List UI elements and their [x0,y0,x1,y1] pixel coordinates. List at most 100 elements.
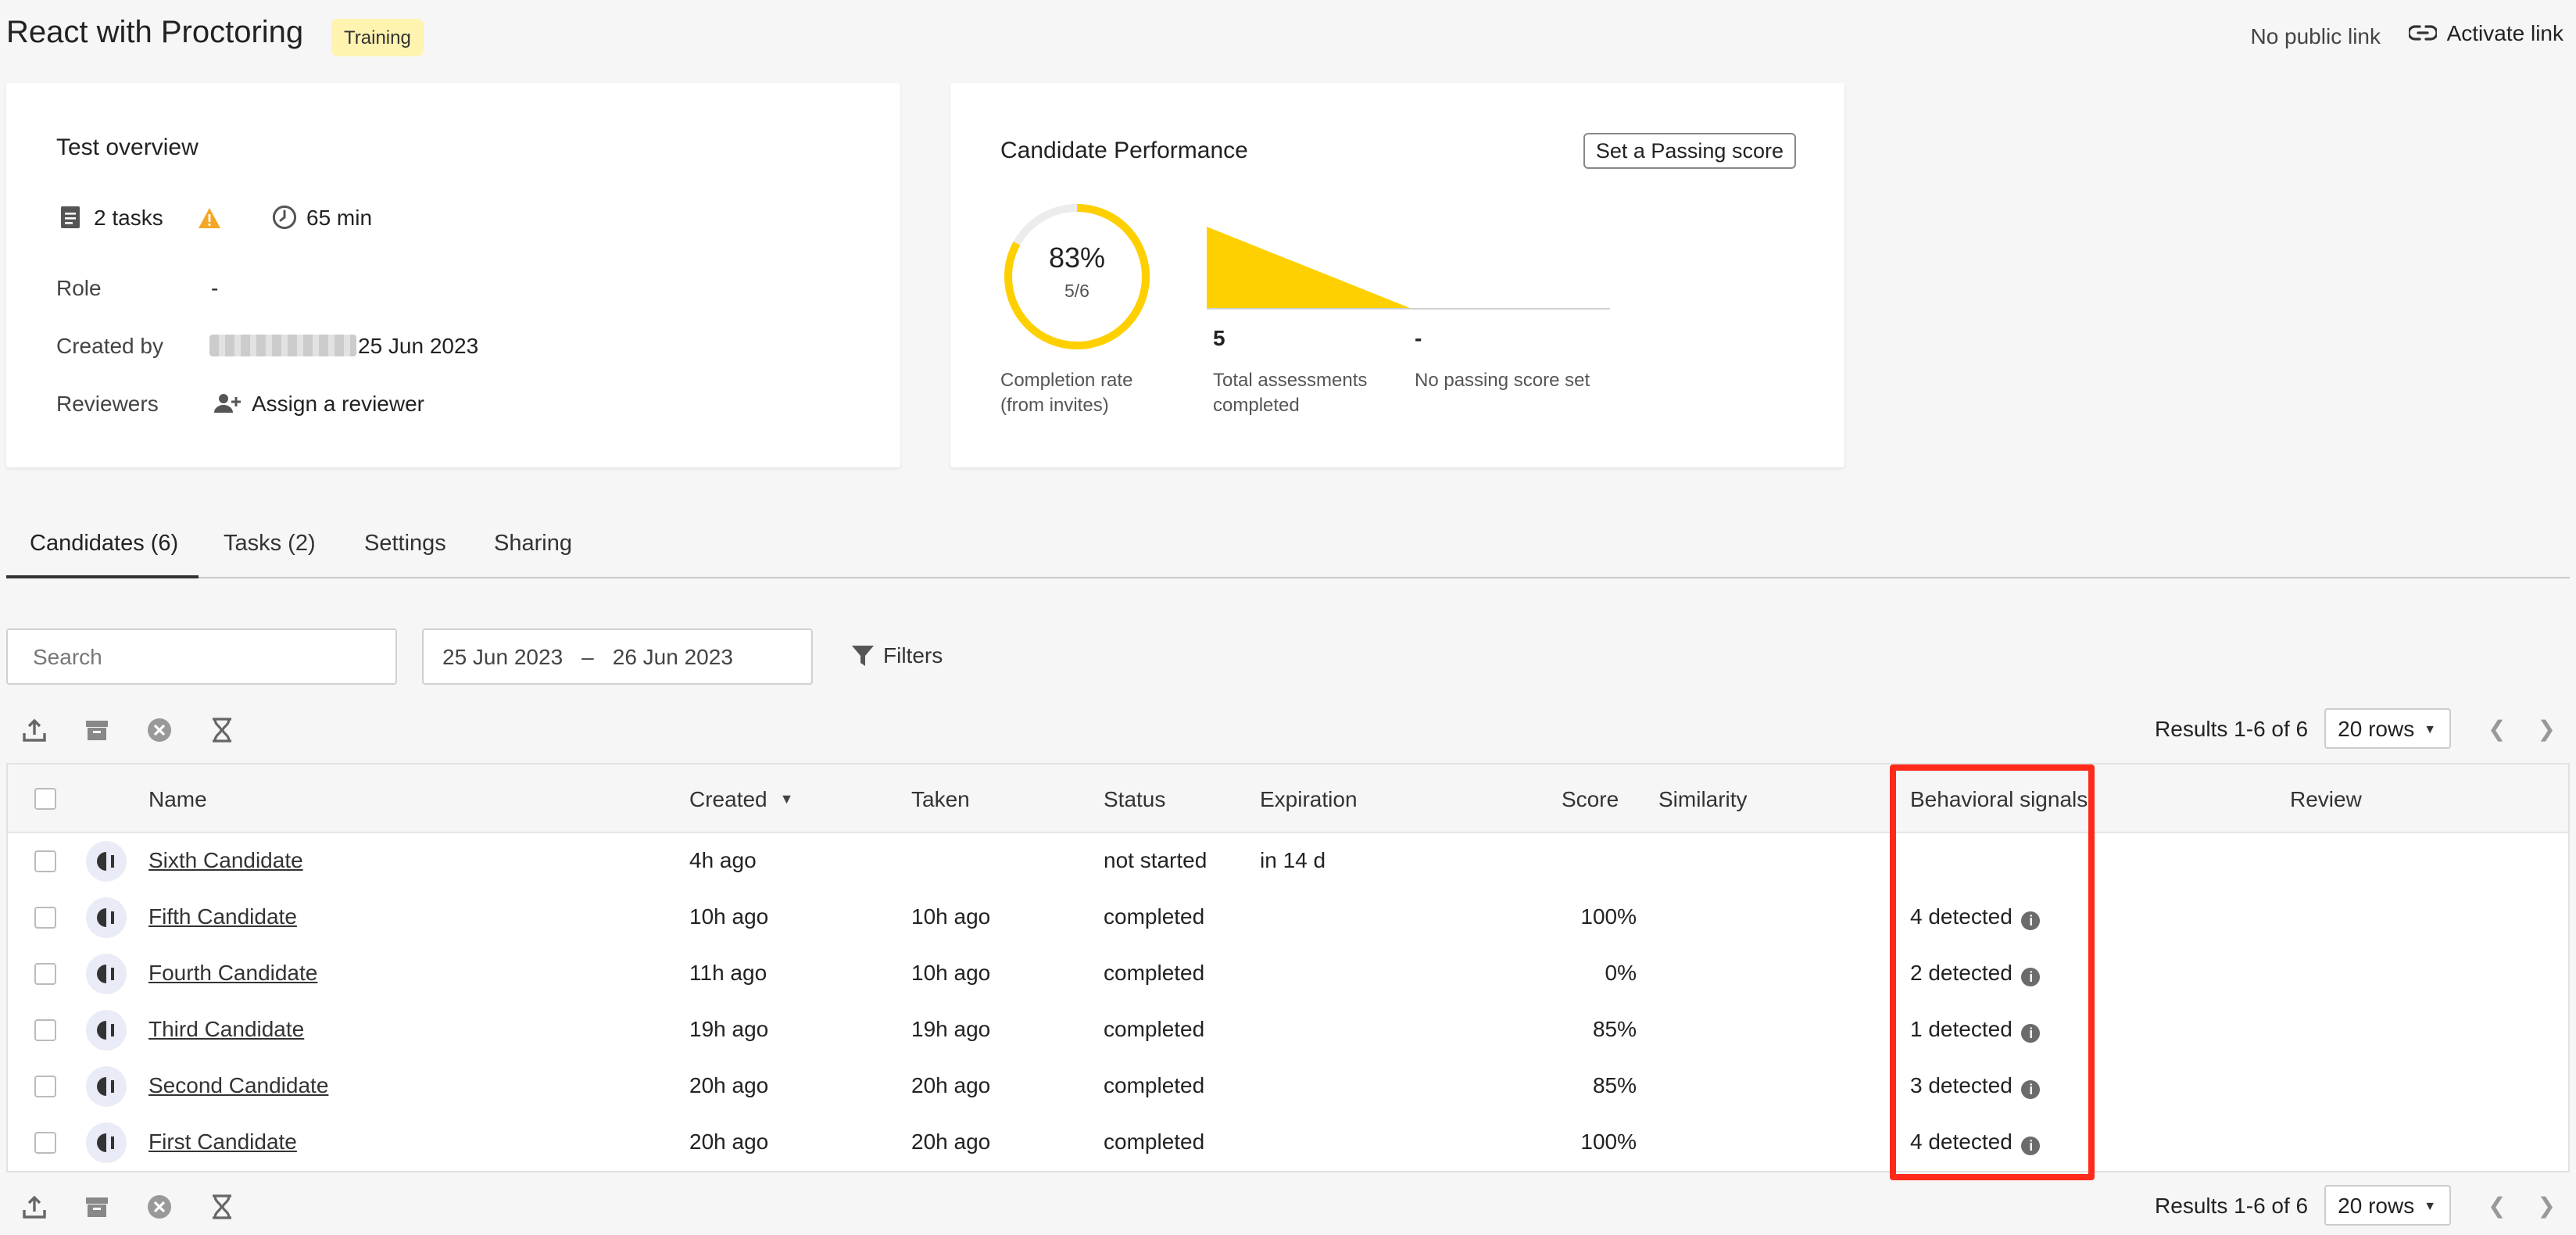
prev-page-icon[interactable]: ❮ [2488,1192,2506,1219]
candidate-name-link[interactable]: Sixth Candidate [148,847,303,872]
activate-link-button[interactable]: Activate link [2409,20,2563,45]
table-row[interactable]: Third Candidate 19h ago 19h ago complete… [8,1002,2568,1058]
completion-donut [1004,204,1150,349]
col-score[interactable]: Score [1562,786,1619,811]
warning-icon [199,208,220,228]
completion-fraction: 5/6 [1064,283,1089,302]
table-row[interactable]: First Candidate 20h ago 20h ago complete… [8,1115,2568,1171]
candidate-name-link[interactable]: First Candidate [148,1129,297,1154]
bulk-actions-toolbar-bottom [20,1193,236,1221]
col-name[interactable]: Name [148,786,207,811]
created-date: 25 Jun 2023 [358,333,479,358]
tab-candidates[interactable]: Candidates (6) [30,532,178,557]
tab-settings[interactable]: Settings [364,532,446,557]
reviewers-label: Reviewers [56,391,159,416]
next-page-icon[interactable]: ❯ [2538,715,2556,742]
candidates-table: Name Created ▼ Taken Status Expiration S… [6,763,2570,1172]
link-icon [2409,25,2438,41]
candidate-name-link[interactable]: Fourth Candidate [148,960,317,985]
row-checkbox[interactable] [34,907,56,929]
row-checkbox[interactable] [34,1019,56,1041]
row-checkbox[interactable] [34,1132,56,1154]
total-completed-label: Total assessments completed [1213,369,1368,416]
taken-cell: 10h ago [911,904,991,929]
date-range-picker[interactable]: 25 Jun 2023 – 26 Jun 2023 [422,628,813,685]
candidate-avatar [86,1066,127,1107]
candidate-avatar [86,954,127,994]
set-passing-score-button[interactable]: Set a Passing score [1583,133,1796,169]
row-checkbox[interactable] [34,850,56,872]
caret-down-icon: ▼ [2424,721,2437,736]
col-taken[interactable]: Taken [911,786,970,811]
search-input[interactable]: Search [6,628,397,685]
caret-down-icon: ▼ [2424,1198,2437,1212]
passing-score-label: No passing score set [1415,369,1590,391]
export-icon[interactable] [20,716,48,744]
status-cell: not started [1104,847,1208,872]
candidate-name-link[interactable]: Fifth Candidate [148,904,297,929]
candidate-avatar [86,897,127,938]
test-overview-card: Test overview 2 tasks 65 min Role - Crea… [6,83,900,467]
rows-per-page-select[interactable]: 20 rows ▼ [2324,708,2451,749]
total-completed-value: 5 [1213,325,1225,350]
col-created[interactable]: Created ▼ [689,786,793,811]
completion-percent: 83% [1048,242,1106,274]
row-checkbox[interactable] [34,1076,56,1097]
created-cell: 10h ago [689,904,769,929]
candidate-name-link[interactable]: Second Candidate [148,1072,328,1097]
prev-page-icon[interactable]: ❮ [2488,715,2506,742]
table-row[interactable]: Second Candidate 20h ago 20h ago complet… [8,1058,2568,1115]
table-row[interactable]: Sixth Candidate 4h ago not started in 14… [8,833,2568,890]
filter-icon [852,645,874,665]
tab-tasks[interactable]: Tasks (2) [224,532,316,557]
results-count: Results 1-6 of 6 [2155,716,2309,741]
filters-label: Filters [883,643,943,668]
archive-icon[interactable] [83,716,111,744]
hourglass-icon[interactable] [208,1193,236,1221]
row-checkbox[interactable] [34,963,56,985]
col-expiration[interactable]: Expiration [1260,786,1358,811]
table-row[interactable]: Fifth Candidate 10h ago 10h ago complete… [8,890,2568,946]
role-label: Role [56,275,102,300]
col-review[interactable]: Review [2290,786,2362,811]
bulk-actions-toolbar-top [20,716,236,744]
cancel-icon[interactable] [145,1193,174,1221]
activate-link-label: Activate link [2446,20,2563,45]
next-page-icon[interactable]: ❯ [2538,1192,2556,1219]
score-cell: 85% [1592,1072,1637,1097]
score-cell: 100% [1580,1129,1637,1154]
select-all-checkbox[interactable] [34,788,56,810]
cancel-icon[interactable] [145,716,174,744]
candidate-avatar [86,1122,127,1163]
assign-reviewer-button[interactable]: Assign a reviewer [214,391,424,416]
proctoring-icon [97,852,114,871]
role-value: - [211,275,219,300]
score-cell: 85% [1592,1016,1637,1041]
created-cell: 19h ago [689,1016,769,1041]
results-count: Results 1-6 of 6 [2155,1193,2309,1218]
filters-button[interactable]: Filters [852,643,943,668]
proctoring-icon [97,1133,114,1152]
table-row[interactable]: Fourth Candidate 11h ago 10h ago complet… [8,946,2568,1002]
candidate-avatar [86,1010,127,1051]
expiration-cell: in 14 d [1260,847,1326,872]
rows-per-page-select[interactable]: 20 rows ▼ [2324,1185,2451,1226]
tab-sharing[interactable]: Sharing [494,532,572,557]
date-from: 25 Jun 2023 [442,644,564,669]
col-status[interactable]: Status [1104,786,1165,811]
col-similarity[interactable]: Similarity [1658,786,1748,811]
candidate-name-link[interactable]: Third Candidate [148,1016,304,1041]
duration: 65 min [272,205,372,230]
pagination-bottom: Results 1-6 of 6 20 rows ▼ ❮ ❯ [2155,1185,2556,1226]
duration-label: 65 min [306,205,373,230]
training-badge: Training [331,19,424,56]
table-header: Name Created ▼ Taken Status Expiration S… [8,764,2568,833]
date-separator: – [581,644,594,669]
hourglass-icon[interactable] [208,716,236,744]
clock-icon [272,205,297,230]
created-by-label: Created by [56,333,163,358]
created-cell: 20h ago [689,1129,769,1154]
export-icon[interactable] [20,1193,48,1221]
archive-icon[interactable] [83,1193,111,1221]
creator-name-redacted [209,335,356,356]
